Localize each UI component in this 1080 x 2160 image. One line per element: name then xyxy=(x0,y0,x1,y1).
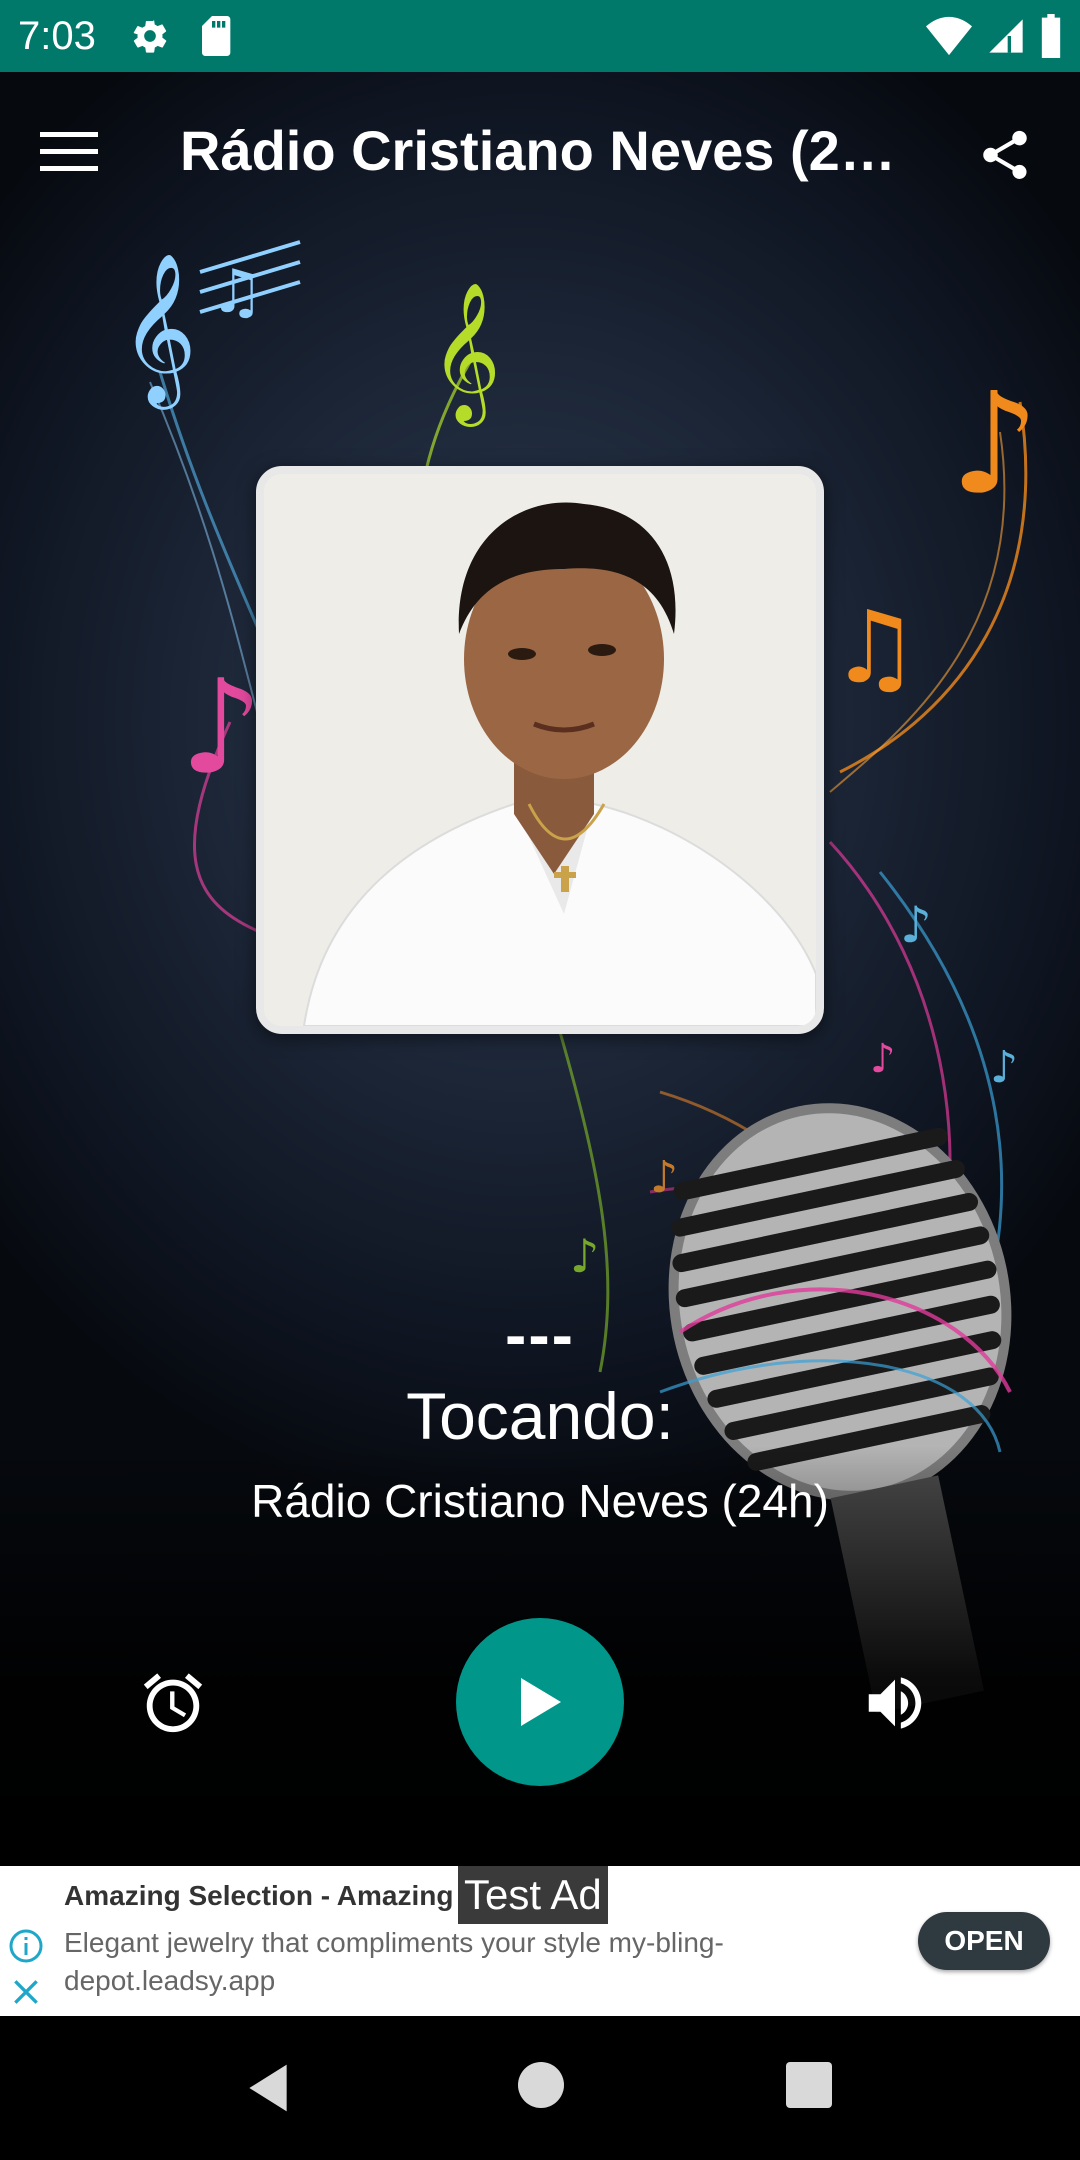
svg-text:𝄞: 𝄞 xyxy=(430,282,501,427)
menu-button[interactable] xyxy=(40,122,130,182)
close-icon[interactable] xyxy=(10,1976,42,2008)
share-button[interactable] xyxy=(970,120,1040,190)
ad-open-button[interactable]: OPEN xyxy=(918,1912,1050,1970)
station-name: Rádio Cristiano Neves (24h) xyxy=(251,1475,829,1527)
hamburger-menu-icon xyxy=(40,132,98,171)
ad-headline: Amazing Selection - Amazing xyxy=(64,1880,454,1911)
toolbar-title: Rádio Cristiano Neves (24h) xyxy=(180,119,920,182)
svg-text:♪: ♪ xyxy=(870,1036,896,1082)
svg-text:♪: ♪ xyxy=(900,896,932,954)
ad-test-label: Test Ad xyxy=(458,1866,608,1924)
ad-body: Elegant jewelry that compliments your st… xyxy=(64,1927,724,1996)
home-icon[interactable] xyxy=(518,2062,564,2108)
volume-icon xyxy=(868,1677,922,1729)
svg-text:♪: ♪ xyxy=(990,1042,1018,1093)
svg-text:♪: ♪ xyxy=(180,651,263,803)
svg-text:♪: ♪ xyxy=(570,1229,599,1283)
info-icon[interactable] xyxy=(8,1928,44,1964)
gear-icon xyxy=(133,20,167,53)
status-bar: 7:03 xyxy=(0,0,1080,72)
back-icon[interactable] xyxy=(240,2060,296,2116)
play-icon xyxy=(521,1678,561,1726)
artist-photo xyxy=(264,474,816,1026)
playing-label: Tocando: xyxy=(406,1379,674,1453)
battery-icon xyxy=(1041,14,1061,58)
toolbar: Rádio Cristiano Neves (24h) xyxy=(0,72,1080,240)
wifi-icon xyxy=(926,16,972,56)
track-title: --- xyxy=(505,1299,575,1371)
svg-text:𝄞: 𝄞 xyxy=(120,251,197,410)
status-time: 7:03 xyxy=(18,13,96,58)
svg-text:♫: ♫ xyxy=(830,589,920,706)
svg-text:♪: ♪ xyxy=(650,1152,678,1203)
sleep-timer-button[interactable] xyxy=(138,1668,208,1738)
signal-icon xyxy=(989,19,1023,53)
recents-icon[interactable] xyxy=(786,2062,832,2108)
share-icon xyxy=(983,130,1027,179)
station-artwork xyxy=(256,466,824,1034)
alarm-clock-icon xyxy=(143,1673,203,1733)
navigation-bar xyxy=(0,2016,1080,2160)
ad-banner[interactable]: Amazing Selection - Amazing Test Ad Eleg… xyxy=(0,1866,1080,2016)
svg-text:♫: ♫ xyxy=(210,257,264,327)
volume-button[interactable] xyxy=(860,1668,930,1738)
play-button[interactable] xyxy=(456,1618,624,1786)
sd-card-icon xyxy=(201,16,231,56)
svg-text:♪: ♪ xyxy=(950,363,1039,526)
